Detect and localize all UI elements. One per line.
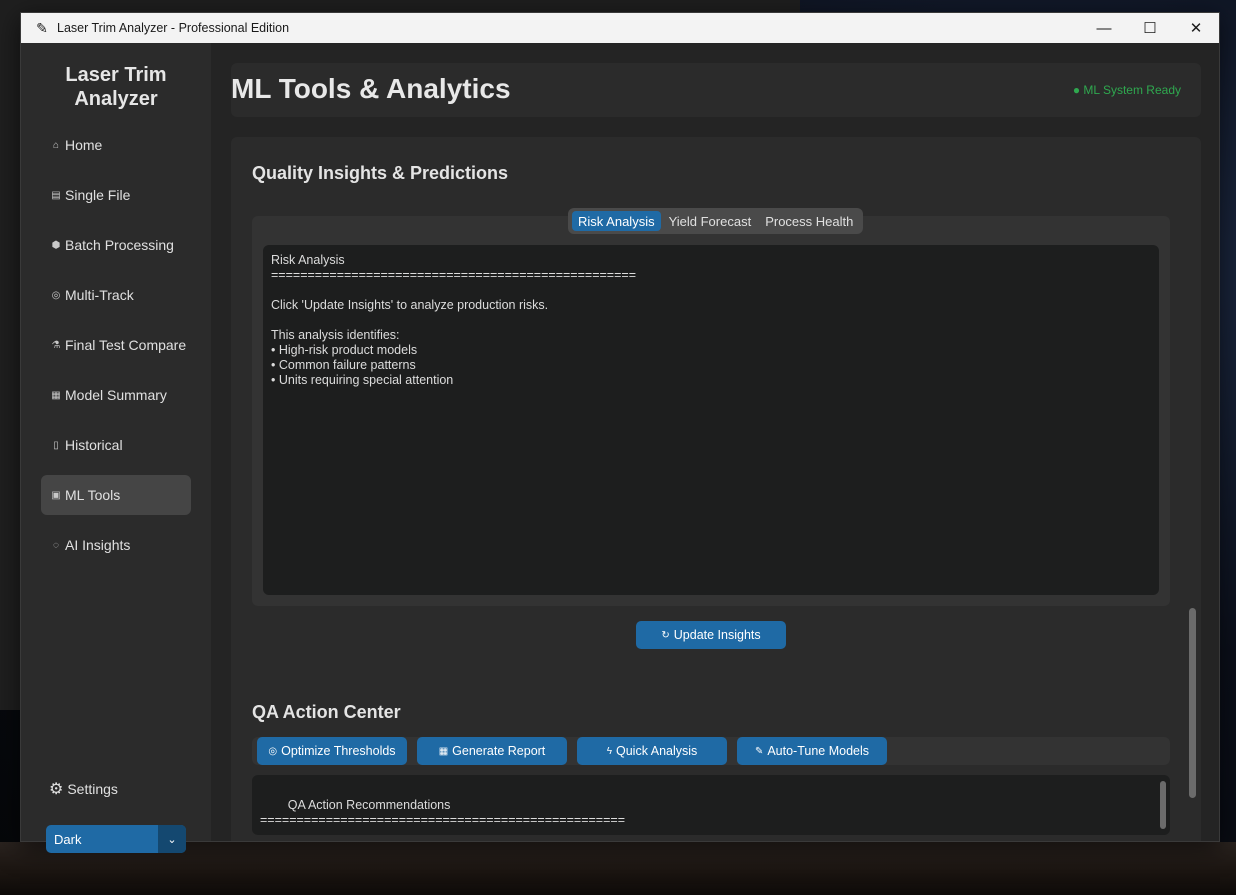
app-window: ✎ Laser Trim Analyzer - Professional Edi… — [20, 12, 1220, 853]
feather-icon: ✎ — [36, 19, 48, 36]
generate-report-label: Generate Report — [452, 744, 546, 758]
sidebar-item-label: AI Insights — [65, 537, 131, 553]
insights-tabbar: Risk Analysis Yield Forecast Process Hea… — [568, 208, 864, 234]
sidebar-item-label: Final Test Compare — [65, 337, 187, 353]
lightbulb-icon: ◌ — [53, 539, 59, 551]
page-title: ML Tools & Analytics — [231, 73, 511, 104]
qa-action-bar: ◎ Optimize Thresholds ▦ Generate Report … — [252, 737, 1170, 765]
auto-tune-models-label: Auto-Tune Models — [767, 744, 870, 758]
chevron-down-icon[interactable]: ⌄ — [158, 825, 186, 853]
insights-section-title: Quality Insights & Predictions — [252, 163, 509, 183]
quick-analysis-button[interactable]: ϟ Quick Analysis — [577, 737, 727, 765]
sidebar-item-label: Historical — [65, 437, 123, 453]
home-icon: ⌂ — [52, 139, 60, 151]
gear-icon: ⚙ — [49, 781, 64, 798]
maximize-button[interactable]: ☐ — [1127, 13, 1173, 43]
tab-yield-forecast[interactable]: Yield Forecast — [663, 211, 758, 231]
generate-report-button[interactable]: ▦ Generate Report — [417, 737, 567, 765]
sidebar-item-home[interactable]: ⌂ Home — [41, 125, 191, 165]
app-title-text: Laser Trim Analyzer — [65, 64, 167, 110]
ml-status-indicator: ● ML System Ready — [1072, 83, 1181, 97]
auto-tune-models-button[interactable]: ✎ Auto-Tune Models — [737, 737, 887, 765]
app-title: Laser Trim Analyzer — [21, 63, 211, 111]
robot-icon: ▣ — [51, 489, 61, 501]
update-insights-button[interactable]: ↻ Update Insights — [636, 621, 786, 649]
page-header: ML Tools & Analytics ● ML System Ready — [231, 63, 1201, 117]
theme-dropdown[interactable]: Dark ⌄ — [46, 825, 186, 853]
minimize-button[interactable]: — — [1081, 13, 1127, 43]
window-title: Laser Trim Analyzer - Professional Editi… — [57, 21, 290, 35]
main-content: ML Tools & Analytics ● ML System Ready Q… — [211, 43, 1219, 841]
sidebar-item-label: Home — [65, 137, 103, 153]
refresh-icon: ↻ — [661, 629, 670, 641]
sidebar: Laser Trim Analyzer ⌂ Home ▤ Single File… — [21, 43, 211, 853]
sidebar-item-model-summary[interactable]: ▦ Model Summary — [41, 375, 191, 415]
risk-analysis-textbox[interactable]: Risk Analysis ==========================… — [263, 245, 1159, 595]
settings-label: Settings — [67, 781, 118, 797]
report-icon: ▦ — [438, 745, 449, 757]
target-icon: ◎ — [51, 289, 61, 301]
wrench-icon: ✎ — [754, 745, 764, 757]
qa-recommendations-textbox[interactable]: QA Action Recommendations ==============… — [252, 775, 1170, 835]
main-scrollbar[interactable] — [1189, 608, 1196, 798]
optimize-thresholds-label: Optimize Thresholds — [281, 744, 396, 758]
update-insights-label: Update Insights — [673, 628, 761, 642]
sidebar-item-label: Model Summary — [65, 387, 167, 403]
sidebar-item-label: Multi-Track — [65, 287, 134, 303]
sidebar-item-label: Single File — [65, 187, 131, 203]
tab-risk-analysis[interactable]: Risk Analysis — [572, 211, 661, 231]
flask-icon: ⚗ — [51, 339, 61, 351]
tab-process-health[interactable]: Process Health — [759, 211, 859, 231]
file-icon: ▤ — [51, 189, 61, 201]
optimize-thresholds-button[interactable]: ◎ Optimize Thresholds — [257, 737, 407, 765]
sidebar-item-label: ML Tools — [65, 487, 121, 503]
qa-section-title: QA Action Center — [252, 702, 401, 722]
title-bar: ✎ Laser Trim Analyzer - Professional Edi… — [21, 13, 1219, 43]
sidebar-item-final-test-compare[interactable]: ⚗ Final Test Compare — [41, 325, 191, 365]
sidebar-item-multi-track[interactable]: ◎ Multi-Track — [41, 275, 191, 315]
sidebar-item-single-file[interactable]: ▤ Single File — [41, 175, 191, 215]
qa-scrollbar[interactable] — [1160, 781, 1166, 829]
sidebar-item-batch-processing[interactable]: ⬢ Batch Processing — [41, 225, 191, 265]
close-button[interactable]: ✕ — [1173, 13, 1219, 43]
sidebar-item-historical[interactable]: ▯ Historical — [41, 425, 191, 465]
ml-tools-panel: Quality Insights & Predictions Risk Anal… — [231, 137, 1201, 841]
settings-button[interactable]: ⚙ Settings — [49, 779, 118, 799]
quick-analysis-label: Quick Analysis — [616, 744, 698, 758]
background-taskbar-strip — [0, 0, 800, 12]
chart-icon: ▦ — [51, 389, 61, 401]
insights-tabview: Risk Analysis Yield Forecast Process Hea… — [252, 208, 1170, 606]
history-icon: ▯ — [53, 439, 59, 451]
lightning-icon: ϟ — [606, 745, 612, 757]
qa-recommendations-text: QA Action Recommendations ==============… — [260, 798, 625, 827]
background-editor-window — [0, 0, 20, 710]
sidebar-item-ml-tools[interactable]: ▣ ML Tools — [41, 475, 191, 515]
sidebar-item-ai-insights[interactable]: ◌ AI Insights — [41, 525, 191, 565]
theme-value: Dark — [54, 831, 82, 847]
target-icon: ◎ — [268, 745, 278, 757]
package-icon: ⬢ — [51, 239, 61, 251]
sidebar-item-label: Batch Processing — [65, 237, 174, 253]
